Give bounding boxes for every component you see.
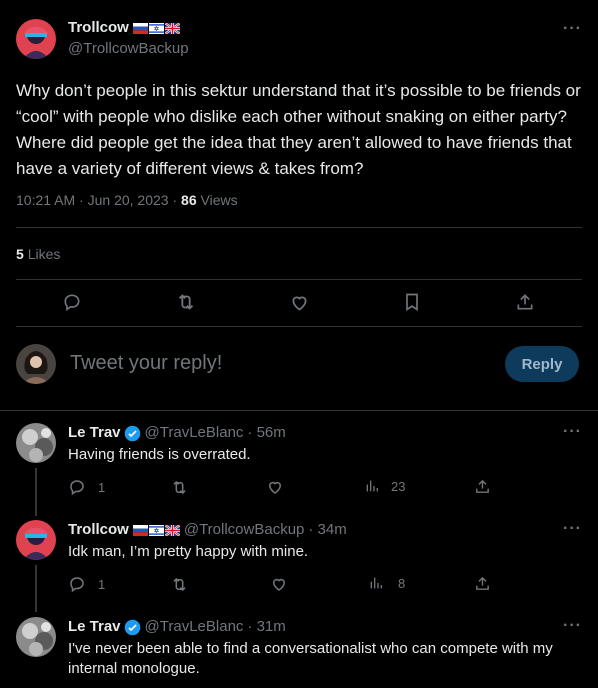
avatar-trollcow[interactable]: [16, 18, 56, 59]
share-icon: [476, 576, 489, 590]
divider: [0, 410, 598, 411]
like-icon: [272, 578, 286, 591]
likes-summary[interactable]: 5 Likes: [16, 245, 60, 263]
tweet-header: Trollcow @TrollcowBackup: [16, 18, 189, 59]
author-name[interactable]: Trollcow: [68, 18, 129, 38]
views-count: 8: [398, 575, 406, 591]
retweet-button[interactable]: [170, 478, 189, 497]
verified-icon: [124, 425, 140, 441]
russia-flag-icon: [132, 524, 148, 536]
flag-emojis: [132, 22, 180, 34]
reply-composer: Tweet your reply! Reply: [0, 326, 598, 410]
share-button[interactable]: [474, 575, 491, 592]
divider: [16, 279, 582, 280]
uk-flag-icon: [164, 524, 180, 536]
bookmark-icon: [406, 293, 418, 312]
retweet-button[interactable]: [174, 290, 198, 314]
like-button[interactable]: [270, 575, 288, 593]
reply-icon: [64, 294, 80, 312]
flag-emojis: [132, 524, 180, 536]
current-user-avatar[interactable]: [16, 344, 56, 384]
verified-icon: [124, 619, 140, 635]
more-icon[interactable]: ···: [563, 617, 582, 635]
like-button[interactable]: [266, 478, 284, 496]
uk-flag-icon: [164, 22, 180, 34]
views-button[interactable]: 23: [364, 478, 405, 494]
reply-button[interactable]: 1: [68, 575, 105, 593]
reply-author-handle[interactable]: @TravLeBlanc: [145, 617, 244, 637]
reply-author-handle[interactable]: @TrollcowBackup: [184, 520, 305, 540]
retweet-button[interactable]: [170, 575, 189, 594]
views-count: 86: [181, 192, 197, 208]
reply-time[interactable]: · 31m: [247, 617, 285, 637]
meta-dot-1: ·: [79, 192, 88, 208]
views-button[interactable]: 8: [368, 575, 405, 591]
avatar-letrav[interactable]: [16, 423, 56, 463]
reply-header: Trollcow @TrollcowBackup · 34m: [68, 520, 347, 540]
reply-time[interactable]: · 56m: [247, 423, 285, 443]
reply-input[interactable]: Tweet your reply!: [70, 351, 222, 375]
more-icon[interactable]: ···: [563, 423, 582, 441]
avatar-letrav[interactable]: [16, 617, 56, 657]
bookmark-button[interactable]: [400, 290, 424, 314]
tweet-meta: 10:21 AM · Jun 20, 2023 · 86 Views: [16, 191, 238, 209]
more-icon[interactable]: ···: [563, 520, 582, 538]
tweet-date[interactable]: Jun 20, 2023: [88, 192, 169, 208]
reply-time[interactable]: · 34m: [308, 520, 346, 540]
reply-icon: [70, 480, 84, 496]
meta-dot-2: ·: [172, 192, 182, 208]
views-count: 23: [391, 478, 406, 494]
reply-icon: [70, 577, 84, 593]
russia-flag-icon: [132, 22, 148, 34]
reply-author-name[interactable]: Le Trav: [68, 423, 121, 443]
likes-label: Likes: [27, 246, 61, 262]
share-icon: [476, 479, 489, 493]
reply-text: Having friends is overrated.: [68, 446, 251, 463]
tweet-time[interactable]: 10:21 AM: [16, 192, 75, 208]
share-button[interactable]: [474, 478, 491, 495]
tweet-text: Why don’t people in this sektur understa…: [16, 81, 581, 178]
avatar-trollcow[interactable]: [16, 520, 56, 560]
views-icon: [370, 577, 382, 589]
retweet-icon: [173, 577, 186, 592]
views-icon: [366, 480, 378, 492]
share-icon: [517, 294, 533, 310]
retweet-icon: [173, 480, 186, 495]
likes-count: 5: [16, 246, 24, 262]
like-button[interactable]: [287, 290, 311, 314]
like-icon: [268, 481, 282, 494]
author-handle[interactable]: @TrollcowBackup: [68, 39, 189, 59]
reply-header: Le Trav @TravLeBlanc · 56m: [68, 423, 286, 443]
like-icon: [291, 296, 307, 311]
reply-button[interactable]: [60, 290, 84, 314]
reply-count: 1: [98, 576, 106, 592]
reply-author-name[interactable]: Trollcow: [68, 520, 129, 540]
reply-text: I've never been able to find a conversat…: [68, 640, 553, 677]
retweet-icon: [178, 294, 194, 310]
views-label: Views: [200, 192, 238, 208]
reply-author-name[interactable]: Le Trav: [68, 617, 121, 637]
reply-text: Idk man, I’m pretty happy with mine.: [68, 543, 309, 560]
israel-flag-icon: [148, 524, 164, 536]
tweet-actions: [0, 290, 598, 316]
share-button[interactable]: [513, 290, 537, 314]
reply-author-handle[interactable]: @TravLeBlanc: [145, 423, 244, 443]
reply-count: 1: [98, 479, 106, 495]
reply-button[interactable]: 1: [68, 478, 105, 496]
reply-submit-button[interactable]: Reply: [505, 346, 579, 382]
reply-header: Le Trav @TravLeBlanc · 31m: [68, 617, 286, 637]
divider: [16, 227, 582, 228]
israel-flag-icon: [148, 22, 164, 34]
more-icon[interactable]: ···: [563, 20, 582, 38]
